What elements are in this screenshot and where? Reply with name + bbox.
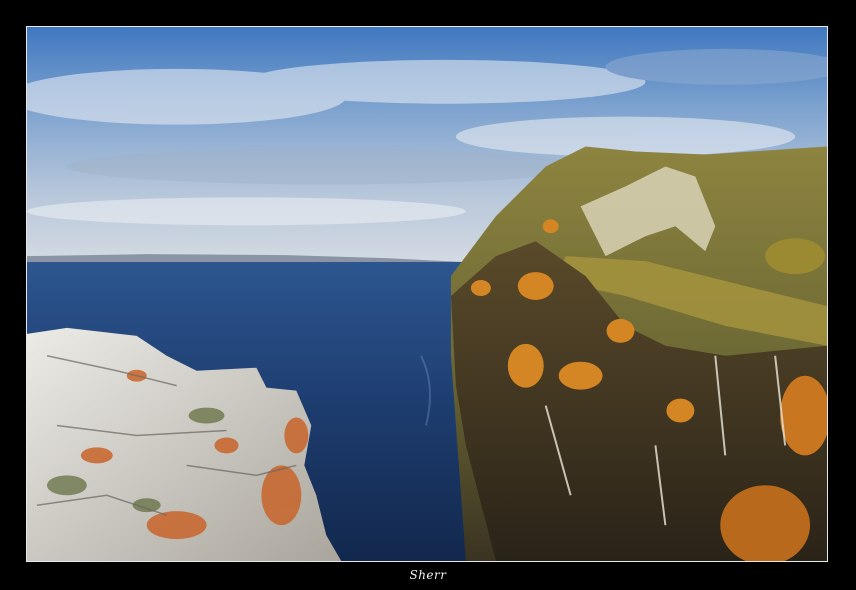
photographer-signature: Sherr <box>409 568 447 582</box>
landscape-photo <box>27 27 827 561</box>
photo-frame <box>26 26 828 562</box>
